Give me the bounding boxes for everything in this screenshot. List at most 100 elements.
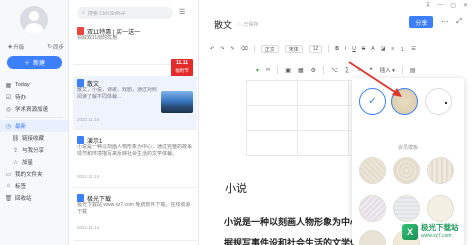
academic-icon: ◎	[5, 106, 12, 113]
divider	[401, 66, 403, 74]
formula-icon[interactable]: ∑	[345, 67, 349, 73]
sidebar-item-latest[interactable]: ◷ 最新	[0, 120, 68, 132]
divider	[253, 45, 255, 53]
paragraph-style-select[interactable]: 正文	[260, 45, 279, 53]
vip-background-swatch[interactable]	[427, 195, 454, 222]
sidebar-nav: ▦ Today ☑ 待办 ◎ 学术資源加速 ◷ 最新 ⛓ 链接收藏 ⇪ 与我分享 ☆ 加星 ▭…	[0, 79, 68, 204]
grid-line	[297, 80, 298, 156]
sync-button[interactable]: ↻ 同步	[47, 43, 64, 51]
table-icon[interactable]: ▦	[298, 67, 304, 74]
account-actions: ◈ 升级 ↻ 同步	[8, 43, 64, 51]
clock-icon: ◷	[5, 123, 12, 130]
emoji-icon[interactable]: ☺	[356, 67, 362, 73]
align-icon[interactable]: ☰	[411, 46, 415, 52]
link-icon: ⛓	[11, 135, 20, 142]
trash-icon: 🗑	[4, 195, 13, 202]
list-item[interactable]: 双11特惠 | 买一送一 领取双11限时优惠 11.11 福利节	[73, 24, 197, 76]
share-button[interactable]: 分享	[409, 16, 434, 28]
font-color-icon[interactable]: A	[371, 46, 374, 52]
undo-icon[interactable]: ↶	[210, 46, 214, 52]
sidebar-item-tags[interactable]: ⌂ 标签	[0, 180, 68, 192]
strikethrough-button[interactable]: S	[362, 46, 365, 52]
note-body: 小说是一种以刻画人物形象为中心，通过完整的故事情节和环境描写来反映社会生活的文学…	[77, 144, 193, 157]
watermark: X 极光下载站 www.xz7.com	[402, 221, 472, 243]
vip-background-swatch[interactable]	[359, 230, 386, 245]
sidebar-item-academic[interactable]: ◎ 学术資源加速	[0, 103, 68, 115]
avatar[interactable]	[20, 6, 48, 34]
new-note-button[interactable]: ＋ 新建	[7, 56, 62, 69]
list-menu-icon[interactable]: ☰	[179, 8, 185, 16]
vip-background-swatch[interactable]	[359, 195, 386, 222]
sidebar-item-folders[interactable]: ▭ 我的文件夹	[0, 168, 68, 180]
upgrade-button[interactable]: ◈ 升级	[8, 43, 24, 51]
background-picker-popup: ✓ 会员模板	[352, 78, 464, 245]
document-paragraph[interactable]: 小说是一种以刻画人物形象为中心	[224, 215, 362, 228]
background-icon[interactable]: ▤	[410, 67, 416, 74]
upgrade-icon: ◈	[8, 44, 13, 50]
minimize-icon[interactable]: —	[437, 2, 443, 9]
watermark-text: 极光下载站 www.xz7.com	[421, 223, 459, 240]
note-date: 2022.11.14	[77, 117, 100, 122]
background-none-swatch[interactable]: ✓	[359, 88, 386, 115]
cloud-icon: ☁	[237, 22, 243, 28]
folder-icon: ▭	[5, 171, 12, 178]
redo-icon[interactable]: ↷	[220, 46, 224, 52]
highlight-icon[interactable]: ◪	[381, 46, 386, 52]
vip-background-swatch[interactable]	[393, 157, 420, 184]
link-insert-icon[interactable]: ∞	[266, 67, 270, 73]
fullscreen-icon[interactable]: ⤢	[456, 18, 462, 26]
note-body: 领取双11限时优惠	[77, 35, 118, 41]
sidebar-item-links[interactable]: ⛓ 链接收藏	[0, 132, 68, 144]
font-size-select[interactable]: 12	[308, 45, 323, 53]
underline-button[interactable]: U	[352, 46, 356, 52]
more-icon[interactable]: ⋯	[441, 18, 448, 26]
note-title: 演示1	[77, 136, 193, 145]
maximize-icon[interactable]: ▢	[450, 2, 456, 9]
numbered-list-icon[interactable]: ⒈	[400, 46, 405, 53]
save-status: ☁ 已保存	[237, 22, 259, 28]
sidebar-item-today[interactable]: ▦ Today	[0, 79, 68, 91]
sidebar-item-starred[interactable]: ☆ 加星	[0, 156, 68, 168]
nav-divider	[5, 117, 63, 118]
image-icon[interactable]: ▣	[285, 67, 291, 74]
todo-icon: ☑	[5, 94, 12, 101]
list-item[interactable]: 极光下载 极光下载站 www.xz7.com 免费软件下载，在线资源下载 202…	[73, 191, 197, 241]
note-body: 极光下载站 www.xz7.com 免费软件下载，在线资源下载	[77, 202, 191, 215]
format-painter-icon[interactable]: ✎	[230, 46, 234, 52]
note-body: 散文，小说，诗歌，戏剧，通过对照阅读了解不同体裁...	[77, 87, 157, 100]
bold-button[interactable]: B	[335, 46, 339, 52]
search-input[interactable]: ⌕ 搜索 Ctrl+Shift+F	[77, 7, 173, 19]
background-linen-swatch[interactable]	[391, 88, 418, 115]
window-controls: ⊼ — ▢ ✕	[426, 2, 468, 9]
divider	[328, 45, 330, 53]
insert-menu[interactable]: 插入 ▾	[380, 66, 395, 74]
quote-icon[interactable]: ❝	[369, 67, 372, 74]
document-icon	[77, 79, 84, 87]
plus-icon: ＋	[23, 61, 30, 67]
sidebar-item-shared[interactable]: ⇪ 与我分享	[0, 144, 68, 156]
promo-badge[interactable]: 11.11 福利节	[171, 59, 193, 76]
sidebar-item-todo[interactable]: ☑ 待办	[0, 91, 68, 103]
list-icon[interactable]: ≡	[391, 46, 394, 52]
vip-background-swatch[interactable]	[427, 157, 454, 184]
list-item[interactable]: 演示1 小说是一种以刻画人物形象为中心，通过完整的故事情节和环境描写来反映社会生…	[73, 133, 197, 188]
code-icon[interactable]: ⌥	[331, 67, 338, 74]
list-item[interactable]: 散文 散文，小说，诗歌，戏剧，通过对照阅读了解不同体裁... 2022.11.1…	[73, 76, 197, 130]
font-family-select[interactable]: 宋体	[284, 45, 303, 53]
divider	[323, 66, 325, 74]
close-icon[interactable]: ✕	[463, 2, 468, 9]
pin-icon[interactable]: ⊼	[426, 2, 430, 9]
italic-button[interactable]: I	[345, 46, 346, 52]
document-paragraph[interactable]: 据规写事件设和社会生活的文学体	[224, 236, 362, 245]
vip-background-swatch[interactable]	[393, 195, 420, 222]
background-dot-swatch[interactable]	[425, 88, 452, 115]
document-heading[interactable]: 小说	[225, 180, 247, 196]
settings-icon[interactable]: ⚙	[311, 67, 316, 74]
vip-background-swatch[interactable]	[359, 157, 386, 184]
sidebar-item-trash[interactable]: 🗑 回收站	[0, 192, 68, 204]
filter-icon[interactable]: ▾	[256, 67, 259, 74]
note-title: 双11特惠 | 买一送一	[77, 27, 193, 36]
sidebar: ◈ 升级 ↻ 同步 ＋ 新建 ▦ Today ☑ 待办 ◎ 学术資源加速 ◷ 最新 ⛓ 链接收…	[0, 0, 69, 245]
clear-format-icon[interactable]: ⌫	[241, 46, 248, 52]
document-icon	[77, 194, 84, 202]
